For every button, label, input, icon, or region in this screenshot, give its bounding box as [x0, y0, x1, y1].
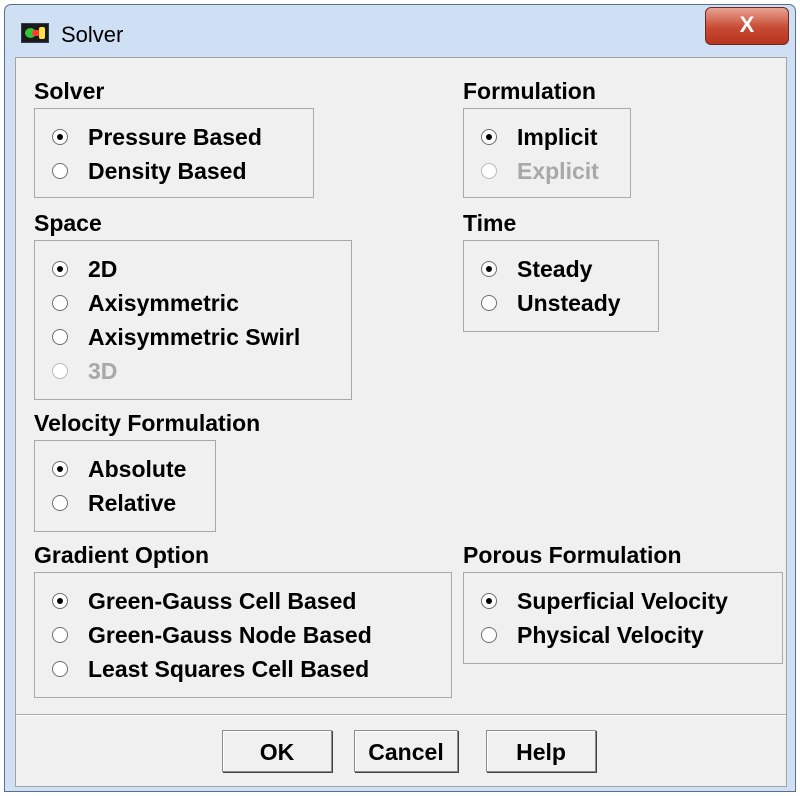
option-label-absolute[interactable]: Absolute [88, 456, 186, 483]
close-button[interactable]: X [705, 7, 789, 45]
radio-unsteady[interactable] [481, 295, 497, 311]
porous-formulation-group-label: Porous Formulation [463, 542, 682, 568]
radio-axisymmetric[interactable] [52, 295, 68, 311]
window-title: Solver [61, 22, 124, 47]
radio-implicit[interactable] [481, 129, 497, 145]
app-icon [21, 23, 49, 43]
option-label-axisymmetric-swirl[interactable]: Axisymmetric Swirl [88, 324, 300, 351]
ok-button[interactable]: OK [222, 730, 332, 772]
radio-2d[interactable] [52, 261, 68, 277]
button-separator [16, 714, 786, 716]
time-group-box [463, 240, 659, 332]
velocity-formulation-group-box [34, 440, 216, 532]
option-label-relative[interactable]: Relative [88, 490, 176, 517]
gradient-option-group-label: Gradient Option [34, 542, 210, 568]
porous-formulation-group-box [463, 572, 783, 664]
option-label-physical-velocity[interactable]: Physical Velocity [517, 622, 704, 649]
cancel-button[interactable]: Cancel [354, 730, 458, 772]
velocity-formulation-group-label: Velocity Formulation [34, 410, 261, 436]
option-label-green-gauss-cell-based[interactable]: Green-Gauss Cell Based [88, 588, 356, 615]
option-label-explicit: Explicit [517, 158, 599, 184]
dialog-client-area: Solver Pressure Based Density Based Form… [15, 57, 787, 787]
option-label-superficial-velocity[interactable]: Superficial Velocity [517, 588, 728, 615]
solver-group-label: Solver [34, 78, 105, 104]
option-label-density-based[interactable]: Density Based [88, 158, 247, 185]
radio-green-gauss-node-based[interactable] [52, 627, 68, 643]
option-label-steady[interactable]: Steady [517, 256, 592, 283]
space-group-box [34, 240, 352, 400]
solver-dialog-window: Solver X Solver Pressure Based Density B… [4, 4, 796, 792]
option-label-unsteady[interactable]: Unsteady [517, 290, 621, 317]
radio-density-based[interactable] [52, 163, 68, 179]
option-label-green-gauss-node-based[interactable]: Green-Gauss Node Based [88, 622, 372, 649]
radio-relative[interactable] [52, 495, 68, 511]
option-label-3d: 3D [88, 358, 118, 384]
radio-absolute[interactable] [52, 461, 68, 477]
option-label-least-squares-cell-based[interactable]: Least Squares Cell Based [88, 656, 369, 683]
option-label-2d[interactable]: 2D [88, 256, 117, 283]
radio-green-gauss-cell-based[interactable] [52, 593, 68, 609]
radio-superficial-velocity[interactable] [481, 593, 497, 609]
radio-axisymmetric-swirl[interactable] [52, 329, 68, 345]
radio-3d [52, 363, 68, 379]
space-group-label: Space [34, 210, 102, 236]
time-group-label: Time [463, 210, 517, 236]
option-label-implicit[interactable]: Implicit [517, 124, 598, 151]
title-bar[interactable]: Solver X [5, 5, 795, 63]
radio-explicit [481, 163, 497, 179]
option-label-pressure-based[interactable]: Pressure Based [88, 124, 262, 151]
option-label-axisymmetric[interactable]: Axisymmetric [88, 290, 239, 317]
radio-least-squares-cell-based[interactable] [52, 661, 68, 677]
radio-steady[interactable] [481, 261, 497, 277]
help-button[interactable]: Help [486, 730, 596, 772]
radio-pressure-based[interactable] [52, 129, 68, 145]
formulation-group-label: Formulation [463, 78, 596, 104]
radio-physical-velocity[interactable] [481, 627, 497, 643]
